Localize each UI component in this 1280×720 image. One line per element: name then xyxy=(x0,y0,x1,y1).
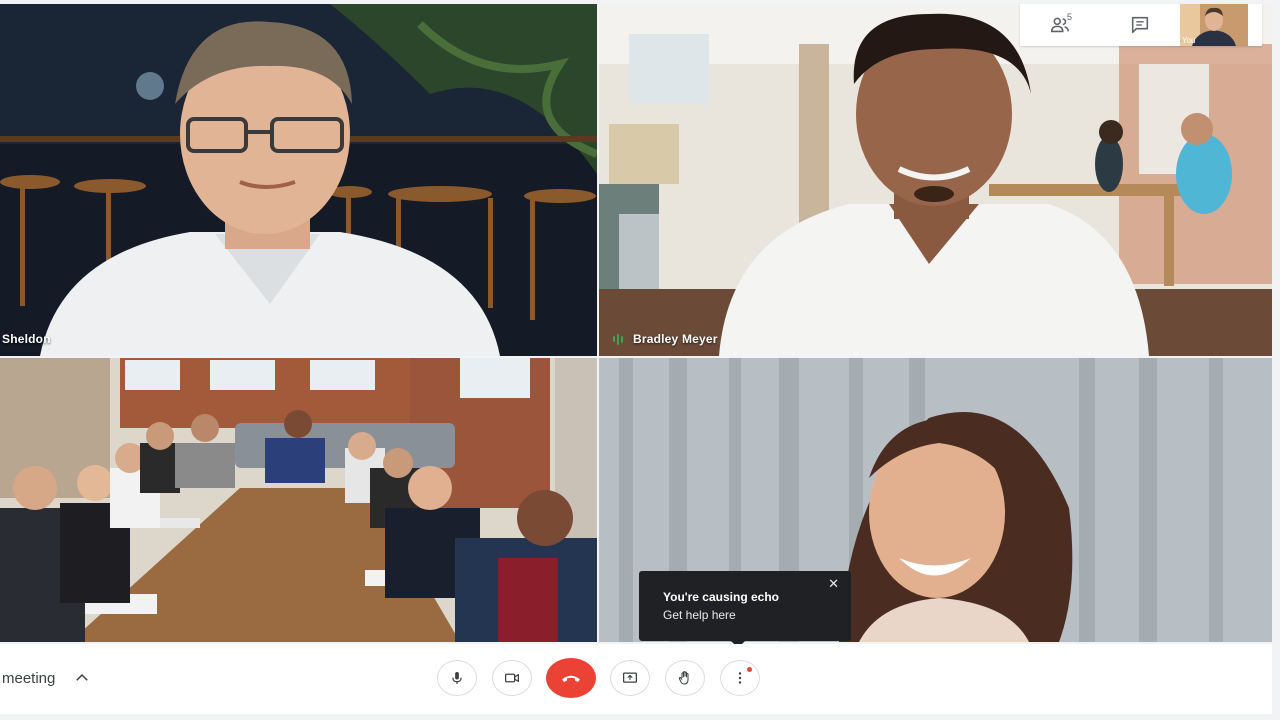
camera-button[interactable] xyxy=(492,660,532,696)
participant-count: 5 xyxy=(1067,12,1073,22)
self-view-label: You xyxy=(1182,36,1196,45)
speaking-indicator-icon xyxy=(613,333,623,345)
echo-help-link[interactable]: Get help here xyxy=(663,608,851,622)
participant-name: Bradley Meyer xyxy=(633,332,718,346)
end-call-icon xyxy=(562,675,580,682)
end-call-button[interactable] xyxy=(546,658,596,698)
meeting-details-toggle[interactable]: meeting xyxy=(2,669,91,687)
participant-video xyxy=(599,4,1272,356)
present-screen-button[interactable] xyxy=(610,660,650,696)
echo-warning-title: You're causing echo xyxy=(663,590,779,604)
close-icon[interactable]: ✕ xyxy=(828,576,839,592)
chevron-up-icon xyxy=(76,673,89,681)
more-options-icon xyxy=(738,672,742,684)
raise-hand-button[interactable] xyxy=(665,660,705,696)
camera-icon xyxy=(504,673,520,683)
participant-tile-sheldon[interactable]: Sheldon xyxy=(0,4,597,356)
participant-video xyxy=(0,4,597,356)
mic-icon xyxy=(452,672,462,684)
meeting-details-label: meeting xyxy=(2,669,56,687)
chat-icon xyxy=(1131,16,1149,34)
self-view-thumbnail[interactable]: You xyxy=(1180,4,1248,46)
participant-name: Sheldon xyxy=(2,332,51,346)
participant-tile-conference-room[interactable] xyxy=(0,358,597,642)
chat-button[interactable] xyxy=(1100,4,1180,46)
participant-name-row: Bradley Meyer xyxy=(613,332,718,346)
bottom-control-bar: meeting xyxy=(0,644,1272,714)
microphone-button[interactable] xyxy=(437,660,477,696)
participant-video xyxy=(0,358,597,642)
notification-dot xyxy=(747,667,752,672)
participant-tile-bradley-meyer[interactable]: Bradley Meyer xyxy=(599,4,1272,356)
present-icon xyxy=(622,672,638,683)
top-right-panel: 5 You xyxy=(1020,4,1262,46)
participants-button[interactable]: 5 xyxy=(1020,4,1100,46)
echo-warning-tooltip: You're causing echo Get help here ✕ xyxy=(639,571,851,648)
raise-hand-icon xyxy=(678,671,689,685)
more-options-button[interactable] xyxy=(720,660,760,696)
